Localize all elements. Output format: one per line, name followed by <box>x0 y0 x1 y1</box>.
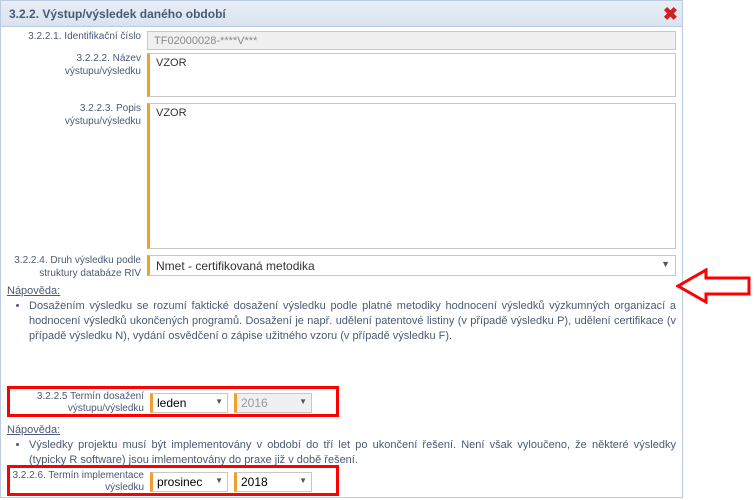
label-term1: 3.2.2.5 Termín dosažení výstupu/výsledku <box>10 391 150 416</box>
term2-year-select[interactable] <box>234 472 312 492</box>
help-bullet-1: Dosažením výsledku se rozumí faktické do… <box>29 299 676 344</box>
output-result-panel: 3.2.2. Výstup/výsledek daného období ✖ 3… <box>0 0 683 498</box>
id-field <box>147 31 676 50</box>
label-name: 3.2.2.2. Název výstupu/výsledku <box>7 53 147 78</box>
label-type: 3.2.2.4. Druh výsledku podle struktury d… <box>7 255 147 280</box>
row-name: 3.2.2.2. Název výstupu/výsledku <box>7 53 676 100</box>
label-desc: 3.2.2.3. Popis výstupu/výsledku <box>7 103 147 128</box>
term2-month-select[interactable] <box>150 472 228 492</box>
help-block-2: Nápověda: Výsledky projektu musí být imp… <box>7 423 676 468</box>
help-title-2: Nápověda: <box>7 424 60 436</box>
desc-textarea[interactable] <box>147 103 676 249</box>
annotation-highlight-term-achieved: 3.2.2.5 Termín dosažení výstupu/výsledku <box>7 386 339 417</box>
name-textarea[interactable] <box>147 53 676 97</box>
annotation-highlight-term-implement: 3.2.2.6. Termín implementace výsledku <box>7 465 339 496</box>
row-id: 3.2.2.1. Identifikační číslo <box>7 31 676 50</box>
term1-year-select <box>234 393 312 413</box>
label-term2: 3.2.2.6. Termín implementace výsledku <box>10 470 150 495</box>
term1-month-select[interactable] <box>150 393 228 413</box>
row-type: 3.2.2.4. Druh výsledku podle struktury d… <box>7 255 676 280</box>
help-bullet-2: Výsledky projektu musí být implementován… <box>29 438 676 468</box>
row-desc: 3.2.2.3. Popis výstupu/výsledku <box>7 103 676 252</box>
term1-select-group <box>150 393 334 413</box>
help-block-1: Nápověda: Dosažením výsledku se rozumí f… <box>7 284 676 343</box>
annotation-arrow-icon <box>676 268 751 304</box>
result-type-select[interactable] <box>147 255 676 276</box>
term2-select-group <box>150 472 334 492</box>
panel-title: 3.2.2. Výstup/výsledek daného období <box>9 7 226 21</box>
help-title-1: Nápověda: <box>7 285 60 297</box>
label-id: 3.2.2.1. Identifikační číslo <box>7 31 147 44</box>
form-body: 3.2.2.1. Identifikační číslo 3.2.2.2. Ná… <box>1 27 682 280</box>
close-icon[interactable]: ✖ <box>663 5 678 23</box>
panel-header: 3.2.2. Výstup/výsledek daného období ✖ <box>1 1 682 27</box>
